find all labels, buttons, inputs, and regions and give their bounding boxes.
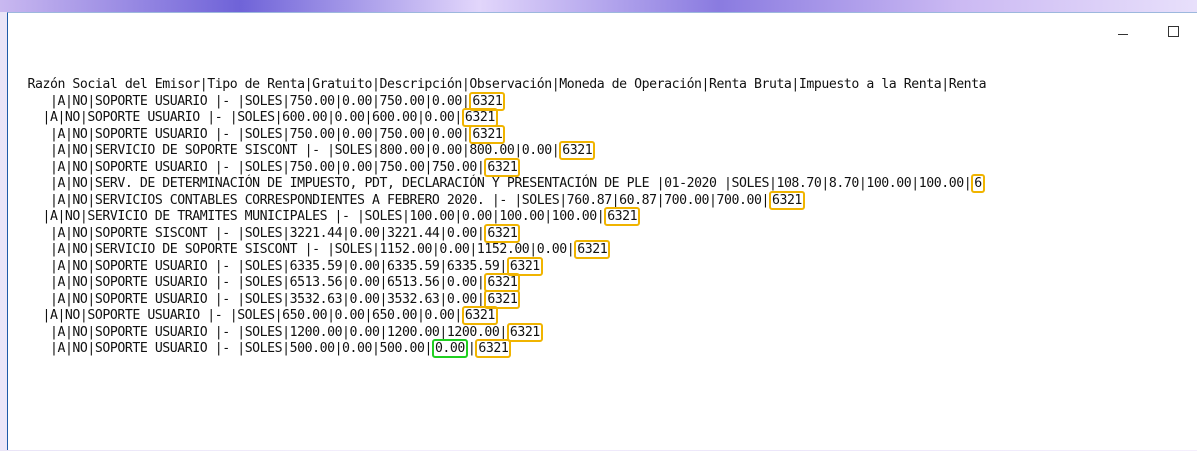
data-row: |A|NO|SERVICIO DE SOPORTE SISCONT |- |SO… — [20, 240, 1197, 259]
highlight-code-6321: 6321 — [484, 157, 521, 177]
row-indent — [20, 242, 50, 257]
row-text: |A|NO|SOPORTE USUARIO |- |SOLES|750.00|0… — [49, 93, 470, 109]
data-row: |A|NO|SOPORTE USUARIO |- |SOLES|750.00|0… — [20, 91, 1197, 111]
highlight-code-6321: 6321 — [604, 207, 641, 226]
row-indent — [20, 110, 42, 125]
data-row: |A|NO|SOPORTE USUARIO |- |SOLES|750.00|0… — [20, 157, 1197, 177]
data-row: |A|NO|SERVICIO DE SOPORTE SISCONT |- |SO… — [20, 141, 1197, 160]
row-indent — [20, 226, 50, 241]
data-row: |A|NO|SOPORTE USUARIO |- |SOLES|500.00|0… — [20, 339, 1197, 358]
window-titlebar — [8, 13, 1197, 51]
data-row: |A|NO|SOPORTE USUARIO |- |SOLES|1200.00|… — [20, 322, 1197, 342]
background-banner-strip — [0, 0, 1197, 12]
highlight-code-6321: 6321 — [461, 306, 498, 325]
highlight-code-6321: 6321 — [484, 223, 521, 243]
minimize-icon — [1118, 33, 1128, 35]
maximize-button[interactable] — [1150, 13, 1196, 51]
data-row: |A|NO|SOPORTE USUARIO |- |SOLES|600.00|0… — [20, 108, 1197, 127]
highlight-code-6321: 6 — [971, 174, 985, 193]
row-text: |A|NO|SOPORTE USUARIO |- |SOLES|6513.56|… — [49, 275, 485, 290]
data-row: |A|NO|SOPORTE USUARIO |- |SOLES|750.00|0… — [20, 124, 1197, 144]
annotation-arrow — [540, 420, 544, 424]
data-row: |A|NO|SOPORTE USUARIO |- |SOLES|650.00|0… — [20, 306, 1197, 325]
row-text: |A|NO|SOPORTE SISCONT |- |SOLES|3221.44|… — [49, 225, 485, 241]
row-indent — [20, 308, 42, 323]
highlight-code-6321: 6321 — [768, 190, 805, 210]
row-indent — [20, 160, 50, 175]
row-text: |A|NO|SOPORTE USUARIO |- |SOLES|750.00|0… — [49, 126, 470, 142]
row-indent — [20, 275, 50, 290]
row-text: |A|NO|SERVICIO DE TRAMITES MUNICIPALES |… — [42, 209, 605, 224]
row-text: |A|NO|SOPORTE USUARIO |- |SOLES|1200.00|… — [49, 324, 507, 340]
minimize-button[interactable] — [1100, 13, 1146, 51]
maximize-icon — [1167, 25, 1179, 37]
row-text: |A|NO|SERV. DE DETERMINACIÓN DE IMPUESTO… — [49, 176, 972, 191]
row-indent — [20, 259, 50, 274]
row-text: |A|NO|SERVICIO DE SOPORTE SISCONT |- |SO… — [49, 143, 560, 158]
data-row: |A|NO|SERVICIO DE TRAMITES MUNICIPALES |… — [20, 207, 1197, 226]
data-row: |A|NO|SOPORTE USUARIO |- |SOLES|3532.63|… — [20, 289, 1197, 309]
row-text: |A|NO|SOPORTE USUARIO |- |SOLES|650.00|0… — [42, 308, 462, 323]
row-indent — [20, 127, 50, 142]
data-rows: |A|NO|SOPORTE USUARIO |- |SOLES|750.00|0… — [20, 91, 1197, 358]
row-text: |A|NO|SERVICIOS CONTABLES CORRESPONDIENT… — [49, 192, 769, 208]
row-indent — [20, 209, 42, 224]
text-content[interactable]: Razón Social del Emisor|Tipo de Renta|Gr… — [20, 77, 1197, 451]
header-line: Razón Social del Emisor|Tipo de Renta|Gr… — [20, 77, 987, 92]
highlight-code-6321: 6321 — [574, 240, 611, 259]
row-text: |A|NO|SOPORTE USUARIO |- |SOLES|500.00|0… — [49, 341, 432, 356]
row-indent — [20, 193, 50, 208]
row-indent — [20, 341, 50, 356]
row-indent — [20, 94, 50, 109]
row-indent — [20, 176, 50, 191]
highlight-code-6321: 6321 — [469, 124, 506, 144]
row-indent — [20, 292, 50, 307]
highlight-green-value: 0.00 — [431, 339, 468, 358]
row-text: |A|NO|SOPORTE USUARIO |- |SOLES|750.00|0… — [49, 159, 485, 175]
row-indent — [20, 325, 50, 340]
highlight-code-6321: 6321 — [475, 339, 512, 358]
row-text: |A|NO|SOPORTE USUARIO |- |SOLES|6335.59|… — [49, 258, 507, 274]
row-text: |A|NO|SERVICIO DE SOPORTE SISCONT |- |SO… — [49, 242, 575, 257]
data-row: |A|NO|SOPORTE USUARIO |- |SOLES|6513.56|… — [20, 273, 1197, 292]
row-text: |A|NO|SOPORTE USUARIO |- |SOLES|3532.63|… — [49, 291, 485, 307]
highlight-code-6321: 6321 — [559, 141, 596, 160]
data-row: |A|NO|SERV. DE DETERMINACIÓN DE IMPUESTO… — [20, 174, 1197, 193]
text-viewer-window: Razón Social del Emisor|Tipo de Renta|Gr… — [7, 12, 1197, 450]
data-row: |A|NO|SOPORTE USUARIO |- |SOLES|6335.59|… — [20, 256, 1197, 276]
highlight-code-6321: 6321 — [506, 322, 543, 342]
row-text: |A|NO|SOPORTE USUARIO |- |SOLES|600.00|0… — [42, 110, 462, 125]
row-indent — [20, 143, 50, 158]
